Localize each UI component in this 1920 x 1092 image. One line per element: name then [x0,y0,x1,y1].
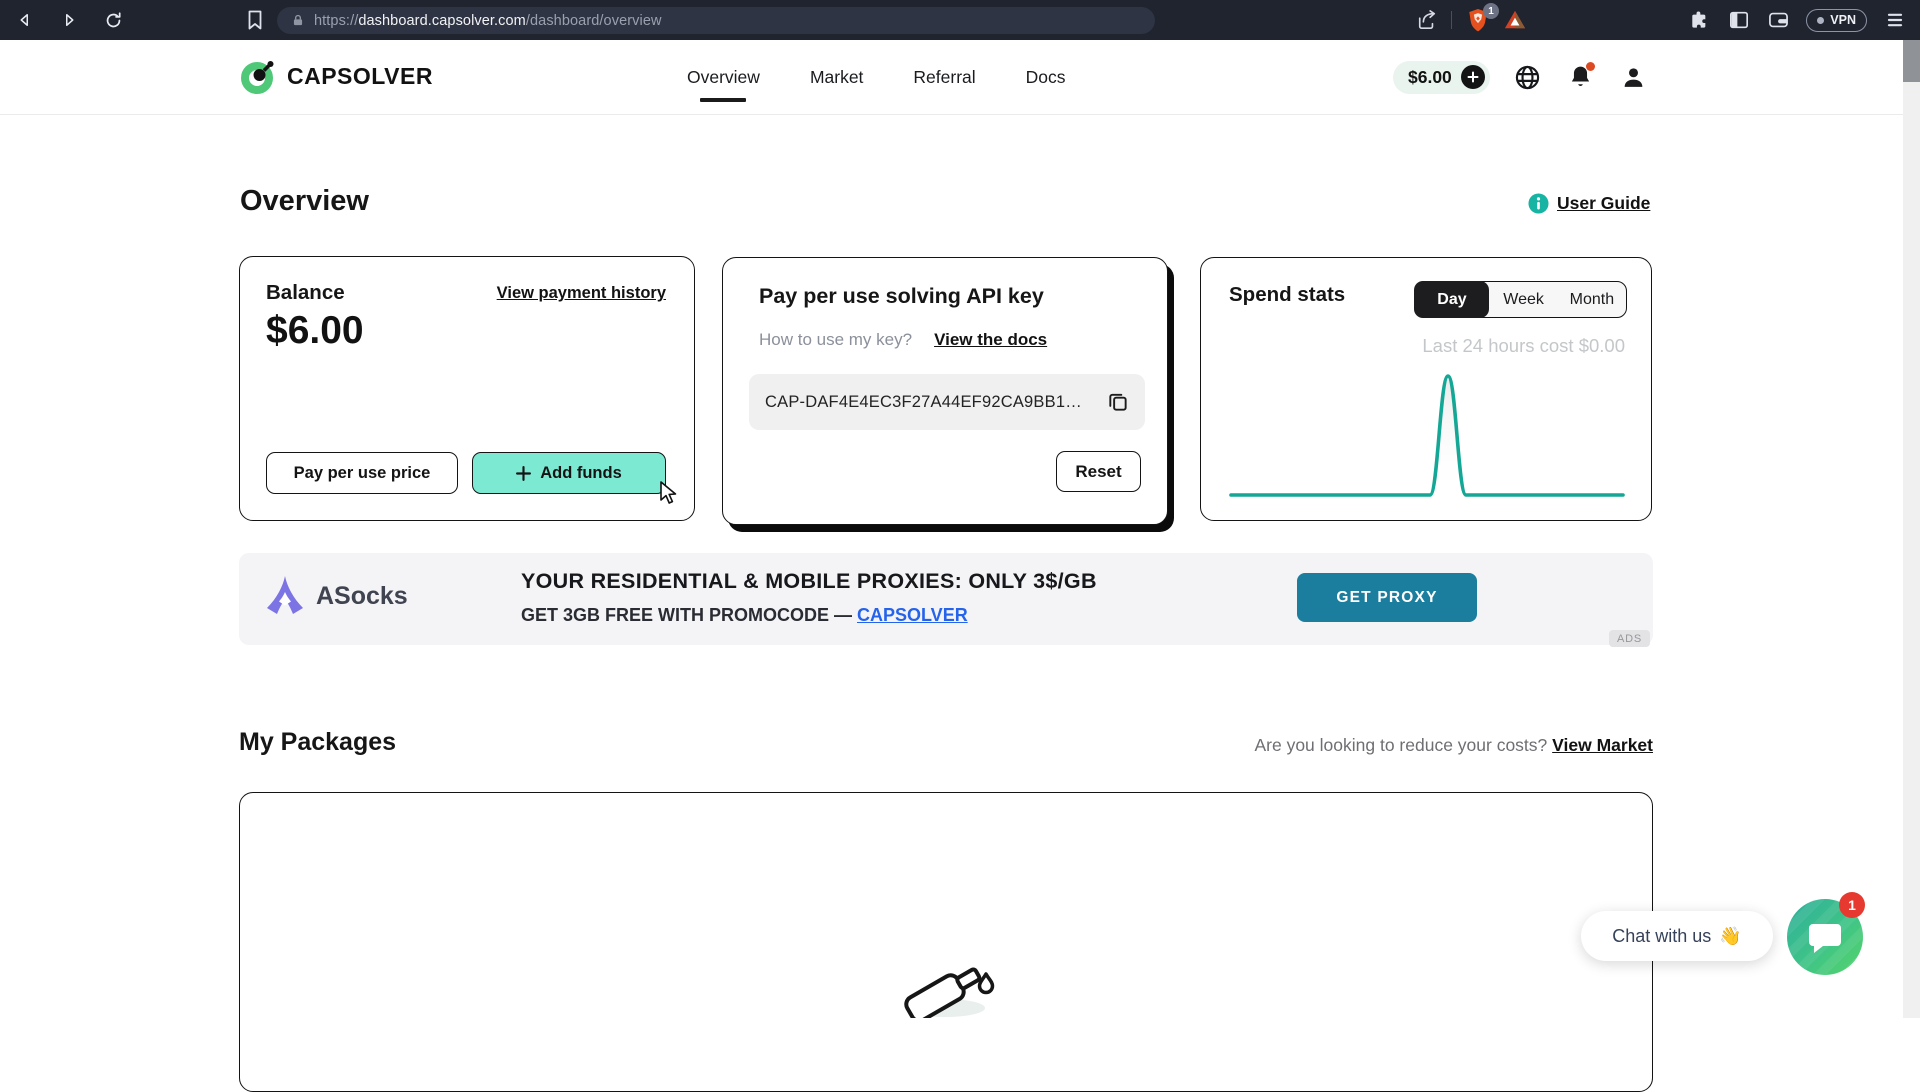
api-key-hint: How to use my key? [759,330,913,349]
share-icon [1418,10,1436,29]
page-title: Overview [240,185,369,217]
empty-bottle-icon [904,967,995,1018]
chat-unread-badge: 1 [1839,892,1865,918]
forward-icon [66,14,74,26]
wallet-button[interactable] [1767,9,1789,31]
url-bar[interactable]: https://dashboard.capsolver.com/dashboar… [277,7,1155,34]
nav-overview[interactable]: Overview [687,67,760,88]
rewards-button[interactable] [1504,9,1526,31]
language-button[interactable] [1513,62,1543,92]
view-market-link[interactable]: View Market [1552,735,1653,755]
add-funds-button[interactable]: Add funds [472,452,666,494]
tab-week[interactable]: Week [1489,291,1557,309]
payment-history-link[interactable]: View payment history [497,284,666,303]
add-funds-quick-button[interactable] [1460,65,1485,89]
vpn-status-dot [1817,16,1825,24]
browser-toolbar: https://dashboard.capsolver.com/dashboar… [0,0,1920,40]
extensions-button[interactable] [1689,9,1711,31]
nav-docs[interactable]: Docs [1026,67,1066,88]
api-key-value: CAP-DAF4E4EC3F27A44EF92CA9BB1… [765,392,1082,411]
user-guide-link[interactable]: User Guide [1528,193,1650,214]
brand-name: CAPSOLVER [287,63,433,89]
plus-icon [516,465,532,481]
forward-button[interactable] [58,9,80,31]
api-key-field[interactable]: CAP-DAF4E4EC3F27A44EF92CA9BB1… [749,374,1145,430]
ad-subline: GET 3GB FREE WITH PROMOCODE — CAPSOLVER [521,605,968,626]
sidebar-button[interactable] [1728,9,1750,31]
sidebar-icon [1730,11,1749,29]
copy-icon[interactable] [1106,391,1129,414]
add-funds-label: Add funds [540,463,622,482]
spend-card-title: Spend stats [1229,283,1346,306]
hamburger-icon [1887,13,1903,27]
header-balance-pill[interactable]: $6.00 [1393,60,1490,94]
reload-button[interactable] [102,9,124,31]
api-key-card: Pay per use solving API key How to use m… [722,257,1168,525]
back-button[interactable] [14,9,36,31]
capsolver-logo[interactable]: CAPSOLVER [240,58,433,95]
nav-referral[interactable]: Referral [913,67,975,88]
vpn-button[interactable]: VPN [1806,8,1867,32]
ad-headline: YOUR RESIDENTIAL & MOBILE PROXIES: ONLY … [521,569,1097,593]
spend-caption: Last 24 hours cost $0.00 [1422,335,1625,356]
chat-with-us-button[interactable]: Chat with us 👋 [1581,911,1773,961]
asocks-brand-name: ASocks [316,582,408,610]
shield-badge: 1 [1483,3,1499,19]
header-balance-amount: $6.00 [1408,66,1452,87]
packages-hint: Are you looking to reduce your costs? Vi… [1254,735,1653,756]
url-text: https://dashboard.capsolver.com/dashboar… [314,12,662,29]
asocks-ad-banner: ASocks YOUR RESIDENTIAL & MOBILE PROXIES… [239,553,1653,647]
spend-stats-card: Spend stats Day Week Month Last 24 hours… [1200,257,1652,521]
spend-range-toggle: Day Week Month [1414,281,1627,318]
chat-bubble-icon [1809,924,1841,953]
packages-hint-text: Are you looking to reduce your costs? [1254,735,1548,755]
my-packages-title: My Packages [239,728,397,756]
page-scrollbar-thumb[interactable] [1903,40,1920,82]
user-icon [1624,67,1643,87]
balance-amount: $6.00 [266,309,364,352]
balance-card: Balance View payment history $6.00 Pay p… [239,256,695,521]
balance-card-title: Balance [266,281,345,304]
bookmark-icon [248,10,262,30]
capsolver-logo-icon [241,61,274,94]
wave-emoji: 👋 [1719,925,1742,946]
api-card-title: Pay per use solving API key [759,284,1044,308]
chat-label: Chat with us [1612,925,1712,946]
ads-label: ADS [1609,630,1650,647]
page-scrollbar-track[interactable] [1903,40,1920,1018]
account-button[interactable] [1619,62,1649,92]
tab-month[interactable]: Month [1558,291,1626,309]
tab-day[interactable]: Day [1414,281,1490,318]
get-proxy-button[interactable]: GET PROXY [1297,573,1477,622]
bat-triangle-icon [1504,10,1526,29]
globe-icon [1516,65,1540,89]
info-icon [1528,193,1549,214]
site-header: CAPSOLVER Overview Market Referral Docs … [0,40,1903,115]
packages-card [239,792,1653,1092]
vpn-label: VPN [1830,13,1856,27]
notifications-button[interactable] [1566,62,1596,92]
share-button[interactable] [1416,9,1438,31]
view-docs-link[interactable]: View the docs [934,330,1047,350]
browser-menu-button[interactable] [1884,9,1906,31]
back-icon [20,14,28,26]
lock-icon [293,14,303,26]
user-guide-label: User Guide [1557,193,1651,213]
reload-icon [106,11,121,27]
wallet-icon [1768,12,1788,28]
nav-market[interactable]: Market [810,67,863,88]
pay-per-use-price-button[interactable]: Pay per use price [266,452,458,494]
main-nav: Overview Market Referral Docs [687,40,1066,114]
spend-sparkline-chart [1229,374,1625,497]
puzzle-icon [1692,11,1706,28]
bookmark-button[interactable] [244,9,266,31]
brave-shield-button[interactable]: 1 [1465,3,1499,33]
promo-code-link[interactable]: CAPSOLVER [857,605,968,625]
reset-key-button[interactable]: Reset [1056,451,1141,492]
toolbar-divider [1451,11,1452,29]
asocks-logo-icon [267,576,303,614]
notification-dot [1585,62,1595,71]
ad-subline-text: GET 3GB FREE WITH PROMOCODE — [521,605,858,625]
plus-icon [1467,71,1479,83]
